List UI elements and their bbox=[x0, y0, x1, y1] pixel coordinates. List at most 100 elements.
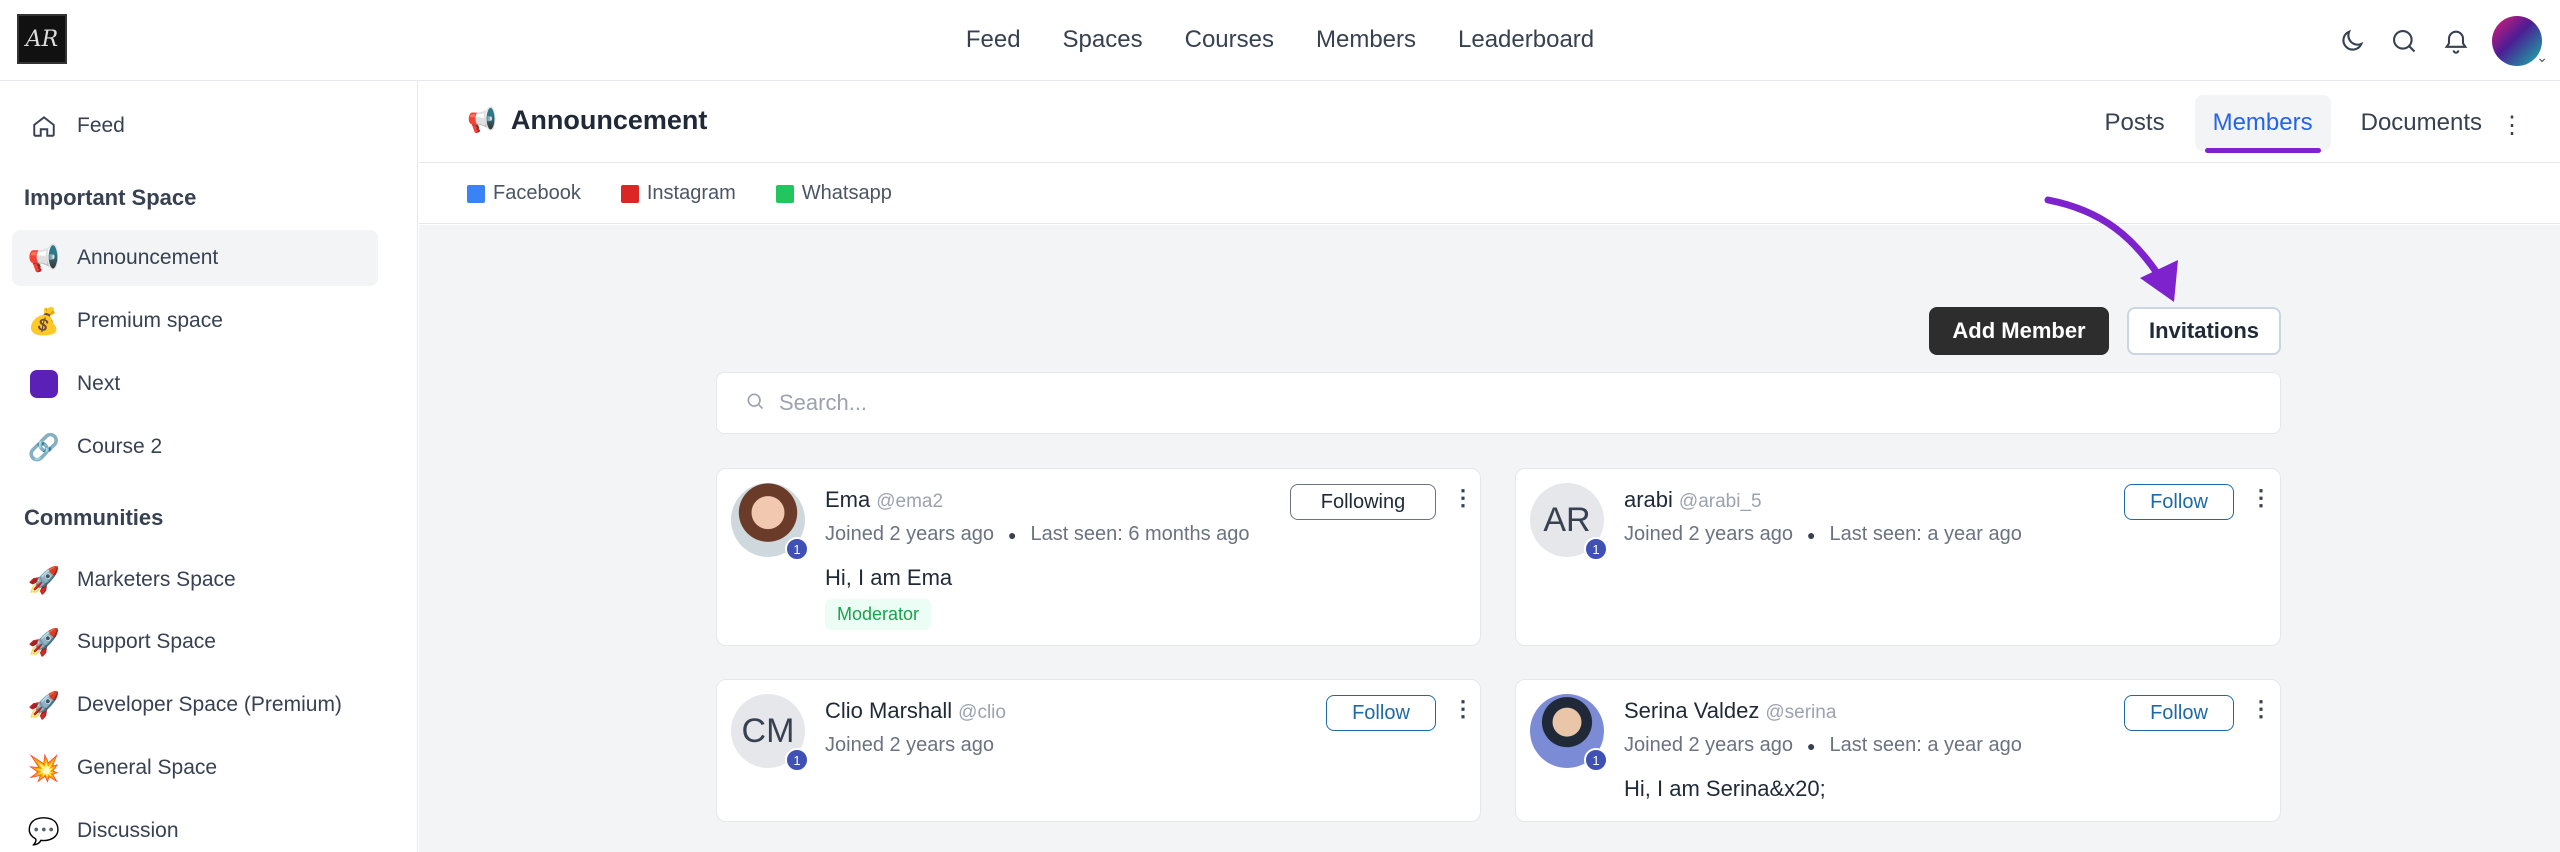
sidebar-item-label: Support Space bbox=[77, 630, 216, 653]
more-options-icon[interactable]: ⋮ bbox=[2250, 696, 2272, 722]
level-badge: 1 bbox=[785, 748, 809, 772]
sidebar-item-general-space[interactable]: 💥 General Space bbox=[12, 740, 378, 796]
search-input[interactable] bbox=[779, 390, 2179, 416]
money-bag-icon: 💰 bbox=[27, 305, 61, 336]
member-handle: @ema2 bbox=[876, 491, 944, 512]
following-button[interactable]: Following bbox=[1290, 484, 1436, 520]
sidebar-item-feed[interactable]: Feed bbox=[12, 98, 378, 154]
bell-icon[interactable] bbox=[2440, 25, 2472, 57]
member-name[interactable]: Serina Valdez bbox=[1624, 698, 1759, 723]
tab-members[interactable]: Members bbox=[2194, 95, 2331, 153]
invitations-button[interactable]: Invitations bbox=[2127, 307, 2281, 355]
level-badge: 1 bbox=[1584, 537, 1608, 561]
user-avatar[interactable]: ⌄ bbox=[2492, 16, 2548, 66]
member-name-row: arabi @arabi_5 bbox=[1624, 487, 1762, 513]
sidebar-item-marketers-space[interactable]: 🚀 Marketers Space bbox=[12, 552, 378, 608]
separator-dot: ● bbox=[1807, 526, 1816, 543]
green-square-icon bbox=[775, 184, 794, 203]
more-options-icon[interactable]: ⋮ bbox=[2500, 111, 2524, 140]
member-meta: Joined 2 years ago ● Last seen: a year a… bbox=[1624, 734, 2022, 757]
link-label: Facebook bbox=[493, 182, 581, 204]
member-card-clio: CM 1 Clio Marshall @clio Joined 2 years a… bbox=[716, 679, 1481, 822]
nav-feed[interactable]: Feed bbox=[966, 26, 1021, 54]
sidebar-item-label: Developer Space (Premium) bbox=[77, 693, 342, 716]
member-handle: @clio bbox=[958, 702, 1006, 723]
sidebar-item-announcement[interactable]: 📢 Announcement bbox=[12, 230, 378, 286]
top-nav: Feed Spaces Courses Members Leaderboard bbox=[0, 0, 2560, 80]
megaphone-icon: 📢 bbox=[467, 107, 497, 134]
link-label: Whatsapp bbox=[801, 182, 892, 204]
nav-leaderboard[interactable]: Leaderboard bbox=[1458, 26, 1594, 54]
member-search bbox=[716, 372, 2281, 434]
search-icon[interactable] bbox=[2388, 25, 2420, 57]
sidebar-item-premium-space[interactable]: 💰 Premium space bbox=[12, 293, 378, 349]
joined-text: Joined 2 years ago bbox=[1624, 734, 1794, 756]
joined-text: Joined 2 years ago bbox=[1624, 523, 1794, 545]
role-badge: Moderator bbox=[825, 599, 932, 630]
more-options-icon[interactable]: ⋮ bbox=[1452, 485, 1474, 511]
add-member-button[interactable]: Add Member bbox=[1929, 307, 2109, 355]
member-card-arabi: AR 1 arabi @arabi_5 Joined 2 years ago ● … bbox=[1515, 468, 2281, 646]
home-icon bbox=[28, 113, 60, 139]
follow-button[interactable]: Follow bbox=[2124, 695, 2234, 731]
link-facebook[interactable]: Facebook bbox=[467, 182, 581, 205]
last-seen-text: Last seen: a year ago bbox=[1829, 523, 2022, 545]
more-options-icon[interactable]: ⋮ bbox=[2250, 485, 2272, 511]
sidebar-item-label: Feed bbox=[77, 114, 125, 137]
rocket-icon: 🚀 bbox=[27, 626, 61, 657]
last-seen-text: Last seen: a year ago bbox=[1829, 734, 2022, 756]
member-name[interactable]: Clio Marshall bbox=[825, 698, 952, 723]
last-seen-text: Last seen: 6 months ago bbox=[1030, 523, 1250, 545]
follow-button[interactable]: Follow bbox=[2124, 484, 2234, 520]
sidebar-item-label: Premium space bbox=[77, 309, 223, 332]
member-name[interactable]: arabi bbox=[1624, 487, 1673, 512]
nav-members[interactable]: Members bbox=[1316, 26, 1416, 54]
collision-icon: 💥 bbox=[27, 752, 61, 783]
annotation-arrow-icon bbox=[2044, 196, 2178, 302]
sidebar-item-label: Discussion bbox=[77, 819, 179, 842]
member-meta: Joined 2 years ago ● Last seen: a year a… bbox=[1624, 523, 2022, 546]
page-title: 📢 Announcement bbox=[467, 105, 707, 136]
sidebar-item-support-space[interactable]: 🚀 Support Space bbox=[12, 614, 378, 670]
space-links-bar: Facebook Instagram Whatsapp bbox=[419, 164, 2560, 224]
sidebar-item-label: Announcement bbox=[77, 246, 219, 269]
sidebar-item-course-2[interactable]: 🔗 Course 2 bbox=[12, 419, 378, 475]
rocket-icon: 🚀 bbox=[27, 564, 61, 595]
rocket-icon: 🚀 bbox=[27, 689, 61, 720]
follow-button[interactable]: Follow bbox=[1326, 695, 1436, 731]
link-icon: 🔗 bbox=[27, 431, 61, 462]
sidebar-item-developer-space[interactable]: 🚀 Developer Space (Premium) bbox=[12, 677, 378, 733]
space-header: 📢 Announcement Posts Members Documents ⋮ bbox=[419, 81, 2560, 163]
member-meta: Joined 2 years ago ● Last seen: 6 months… bbox=[825, 523, 1250, 546]
member-handle: @arabi_5 bbox=[1678, 491, 1762, 512]
joined-text: Joined 2 years ago bbox=[825, 523, 995, 545]
sidebar-item-label: Course 2 bbox=[77, 435, 163, 458]
joined-text: Joined 2 years ago bbox=[825, 734, 995, 756]
member-name-row: Serina Valdez @serina bbox=[1624, 698, 1836, 724]
top-icons: ⌄ bbox=[2336, 16, 2548, 66]
sidebar-item-discussion[interactable]: 💬 Discussion bbox=[12, 803, 378, 852]
member-bio: Hi, I am Serina&x20; bbox=[1624, 776, 1826, 801]
chevron-down-icon: ⌄ bbox=[2536, 49, 2548, 65]
blue-square-icon bbox=[467, 184, 485, 203]
moon-icon[interactable] bbox=[2336, 25, 2368, 57]
sidebar-item-next[interactable]: Next bbox=[12, 356, 378, 412]
link-instagram[interactable]: Instagram bbox=[620, 182, 736, 205]
tab-documents[interactable]: Documents bbox=[2343, 95, 2500, 151]
more-options-icon[interactable]: ⋮ bbox=[1452, 696, 1474, 722]
speech-bubble-icon: 💬 bbox=[27, 815, 61, 846]
page-title-text: Announcement bbox=[510, 105, 708, 135]
link-whatsapp[interactable]: Whatsapp bbox=[775, 182, 892, 205]
member-name-row: Clio Marshall @clio bbox=[825, 698, 1006, 724]
separator-dot: ● bbox=[1807, 737, 1816, 754]
sidebar-item-label: General Space bbox=[77, 756, 218, 779]
member-card-serina: 1 Serina Valdez @serina Joined 2 years ag… bbox=[1515, 679, 2281, 822]
tab-posts[interactable]: Posts bbox=[2087, 95, 2183, 151]
nav-spaces[interactable]: Spaces bbox=[1063, 26, 1143, 54]
member-name[interactable]: Ema bbox=[825, 487, 870, 512]
space-tabs: Posts Members Documents bbox=[2087, 95, 2500, 153]
level-badge: 1 bbox=[785, 537, 809, 561]
nav-courses[interactable]: Courses bbox=[1185, 26, 1274, 54]
purple-square-icon bbox=[28, 370, 60, 398]
sidebar-item-label: Next bbox=[77, 372, 121, 395]
